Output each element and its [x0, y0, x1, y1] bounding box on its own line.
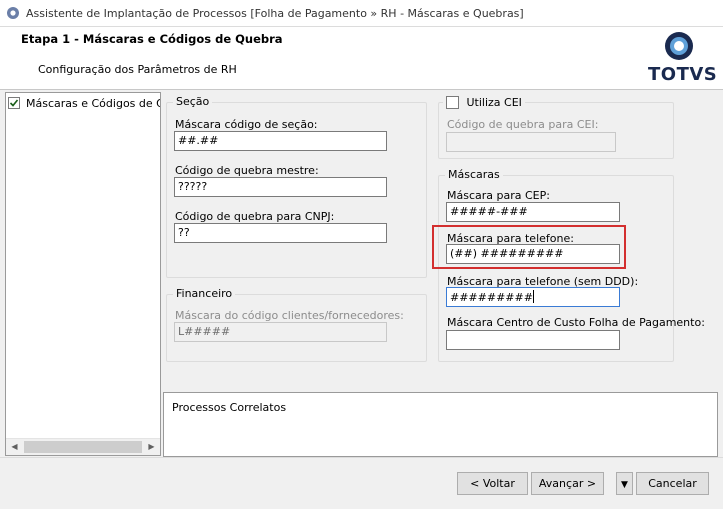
- scrollbar-thumb[interactable]: [24, 441, 142, 453]
- codigo-quebra-cnpj-input[interactable]: ??: [174, 223, 387, 243]
- codigo-quebra-cnpj-label: Código de quebra para CNPJ:: [175, 210, 335, 223]
- group-financeiro: Financeiro Máscara do código clientes/fo…: [166, 287, 427, 362]
- next-button[interactable]: Avançar >: [531, 472, 604, 495]
- scroll-right-icon[interactable]: ▶: [143, 439, 160, 455]
- title-bar: Assistente de Implantação de Processos […: [0, 0, 723, 27]
- tree-item-mascaras[interactable]: Máscaras e Códigos de Quebra: [8, 96, 160, 112]
- brand-name: TOTVS: [648, 64, 718, 85]
- back-button[interactable]: < Voltar: [457, 472, 528, 495]
- group-secao-legend: Seção: [173, 95, 213, 108]
- totvs-logo: TOTVS: [648, 30, 718, 88]
- group-secao: Seção Máscara código de seção: ##.## Cód…: [166, 95, 427, 278]
- related-processes-panel: Processos Correlatos: [163, 392, 718, 457]
- step-subtitle: Configuração dos Parâmetros de RH: [38, 63, 237, 76]
- group-cei: Utiliza CEI Código de quebra para CEI:: [438, 95, 674, 159]
- steps-tree: Máscaras e Códigos de Quebra ◀ ▶: [5, 92, 161, 456]
- mascara-cep-input[interactable]: #####-###: [446, 202, 620, 222]
- step-title: Etapa 1 - Máscaras e Códigos de Quebra: [21, 32, 283, 46]
- mascara-telefone-sem-ddd-value: #########: [450, 291, 533, 304]
- mascara-clientes-fornecedores-label: Máscara do código clientes/fornecedores:: [175, 309, 404, 322]
- codigo-quebra-cei-label: Código de quebra para CEI:: [447, 118, 599, 131]
- text-caret: [532, 290, 534, 303]
- utiliza-cei-checkbox[interactable]: [446, 95, 459, 109]
- mascara-codigo-secao-input[interactable]: ##.##: [174, 131, 387, 151]
- codigo-quebra-mestre-label: Código de quebra mestre:: [175, 164, 319, 177]
- wizard-header: Etapa 1 - Máscaras e Códigos de Quebra C…: [0, 27, 723, 90]
- mascara-cep-label: Máscara para CEP:: [447, 189, 550, 202]
- cei-checkbox-row[interactable]: Utiliza CEI: [443, 95, 525, 111]
- check-icon: [9, 99, 19, 107]
- related-processes-label: Processos Correlatos: [172, 401, 287, 414]
- group-mascaras-legend: Máscaras: [445, 168, 503, 181]
- utiliza-cei-label: Utiliza CEI: [466, 95, 522, 109]
- totvs-logo-mark-icon: [665, 32, 693, 60]
- mascara-centro-custo-label: Máscara Centro de Custo Folha de Pagamen…: [447, 316, 705, 329]
- highlight-box: [432, 225, 626, 269]
- horizontal-scrollbar[interactable]: ◀ ▶: [6, 438, 160, 455]
- tree-item-checkbox[interactable]: [8, 97, 20, 109]
- button-bar: < Voltar Avançar > ▼ Cancelar: [0, 457, 723, 509]
- main-content: Seção Máscara código de seção: ##.## Cód…: [163, 92, 718, 390]
- caret-down-icon: ▼: [621, 480, 628, 490]
- mascara-telefone-sem-ddd-input[interactable]: #########: [446, 287, 620, 307]
- codigo-quebra-mestre-input[interactable]: ?????: [174, 177, 387, 197]
- mascara-codigo-secao-label: Máscara código de seção:: [175, 118, 318, 131]
- group-financeiro-legend: Financeiro: [173, 287, 236, 300]
- options-dropdown-button[interactable]: ▼: [616, 472, 633, 495]
- mascara-centro-custo-input[interactable]: [446, 330, 620, 350]
- app-icon: [7, 7, 19, 19]
- mascara-clientes-fornecedores-input: L#####: [174, 322, 387, 342]
- tree-item-label: Máscaras e Códigos de Quebra: [26, 96, 160, 110]
- cancel-button[interactable]: Cancelar: [636, 472, 709, 495]
- codigo-quebra-cei-input: [446, 132, 616, 152]
- window-title: Assistente de Implantação de Processos […: [26, 7, 524, 20]
- scroll-left-icon[interactable]: ◀: [6, 439, 23, 455]
